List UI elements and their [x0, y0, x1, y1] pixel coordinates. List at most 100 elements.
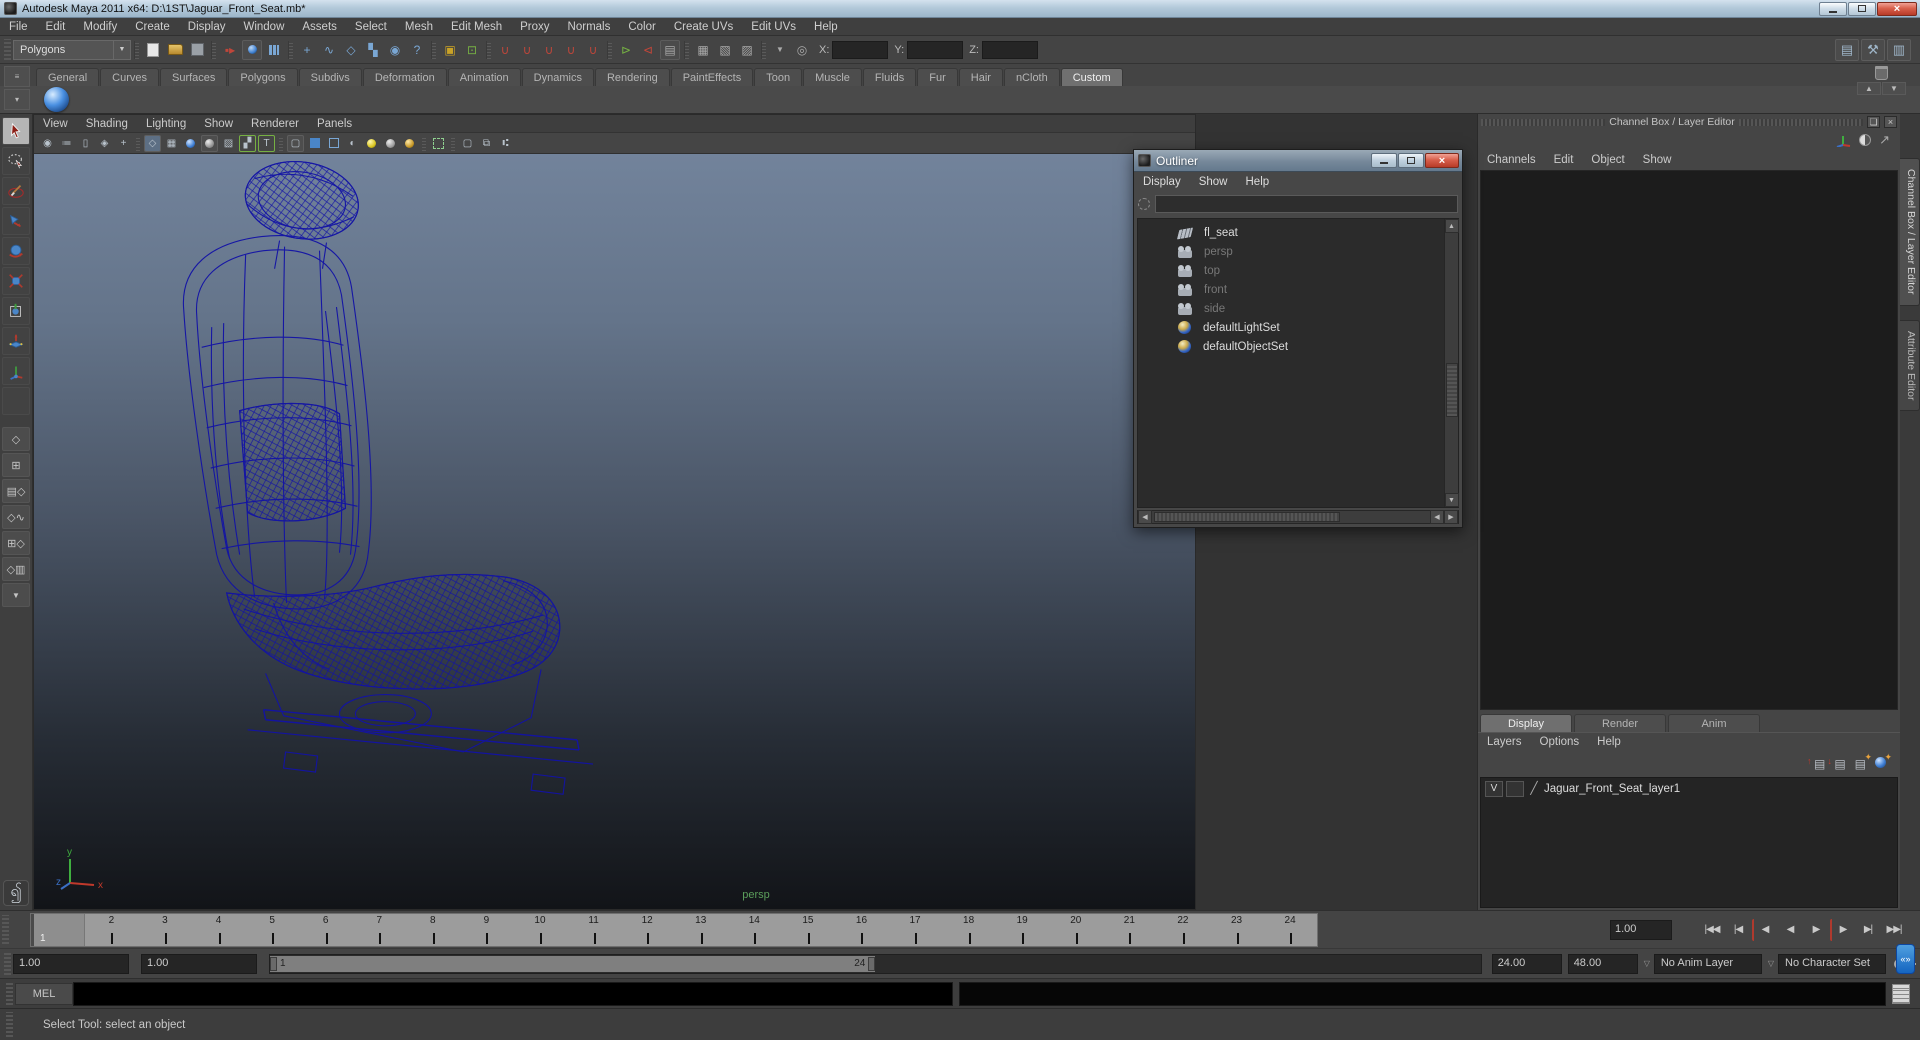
checker-material-icon[interactable]: ◐ [344, 135, 361, 152]
scroll-right-icon[interactable]: ▶ [1444, 510, 1458, 524]
outliner-item[interactable]: fl_seat [1176, 223, 1442, 242]
shelf-tab[interactable]: Deformation [362, 68, 447, 86]
menu-item[interactable]: Mesh [396, 21, 442, 33]
playback-button[interactable]: ▶| [1856, 919, 1880, 941]
range-start-handle[interactable] [270, 956, 277, 971]
shelf-tab[interactable]: Custom [1060, 68, 1123, 86]
timeline-frame-cell[interactable]: 11 [567, 914, 621, 946]
layer-menu-item[interactable]: Help [1588, 736, 1630, 748]
shelf-tab[interactable]: Toon [754, 68, 803, 86]
menu-item[interactable]: Proxy [511, 21, 558, 33]
timeline-frame-cell[interactable]: 9 [460, 914, 514, 946]
x-coord-field[interactable] [832, 40, 889, 59]
channel-menu-item[interactable]: Show [1634, 154, 1681, 166]
timeline-frame-cell[interactable]: 2 [85, 914, 139, 946]
outliner-minimize-button[interactable] [1371, 153, 1397, 168]
menu-item[interactable]: Edit Mesh [442, 21, 511, 33]
show-manipulator-tool-button[interactable] [2, 357, 30, 385]
tab-attribute-editor[interactable]: Attribute Editor [1900, 319, 1920, 411]
playback-start-field[interactable]: 1.00 [141, 953, 257, 974]
speed-control-icon[interactable] [1859, 134, 1872, 146]
playback-button[interactable]: ◀ [1778, 919, 1802, 941]
layer-playback-toggle[interactable] [1506, 780, 1524, 797]
timeline-frame-cell[interactable]: 10 [513, 914, 567, 946]
snap-magnet-curve-icon[interactable]: ∪ [517, 40, 537, 60]
multi-pane-icon[interactable]: ⧉ [478, 135, 495, 152]
shelf-tab[interactable]: Rendering [594, 68, 670, 86]
shelf-tab[interactable]: Animation [447, 68, 521, 86]
node-editor-icon[interactable]: ⑆ [497, 135, 514, 152]
timeline-frame-cell[interactable]: 4 [192, 914, 246, 946]
timeline-frame-cell[interactable]: 5 [245, 914, 299, 946]
outliner-close-button[interactable]: × [1425, 153, 1459, 168]
playback-button[interactable]: ◀ [1752, 918, 1776, 941]
scale-tool-button[interactable] [2, 267, 30, 295]
field-entry-dropdown[interactable]: ▼ [770, 40, 790, 60]
timeline-frame-cell[interactable]: 24 [1263, 914, 1317, 946]
panel-menu-item[interactable]: Renderer [242, 118, 308, 130]
shaded-cube-icon[interactable] [306, 135, 323, 152]
shelf-tab[interactable]: Polygons [228, 68, 298, 86]
channel-menu-item[interactable]: Object [1582, 154, 1633, 166]
layout-single-persp-button[interactable]: ◇ [2, 427, 30, 451]
paint-select-tool-button[interactable] [2, 177, 30, 205]
timeline-frame-cell[interactable]: 21 [1103, 914, 1157, 946]
timeline-frame-cell[interactable]: 14 [728, 914, 782, 946]
snap-curve-button[interactable]: ∿ [319, 40, 339, 60]
shelf-tab[interactable]: Fur [917, 68, 958, 86]
menu-item[interactable]: Help [805, 21, 847, 33]
shelf-tab[interactable]: nCloth [1003, 68, 1060, 86]
layer-name[interactable]: Jaguar_Front_Seat_layer1 [1544, 783, 1680, 795]
menu-item[interactable]: Window [234, 21, 293, 33]
minimize-button[interactable] [1819, 1, 1847, 16]
shelf-tab[interactable]: Hair [958, 68, 1003, 86]
panel-menu-item[interactable]: Lighting [137, 118, 195, 130]
close-panel-button[interactable]: × [1884, 116, 1897, 128]
manipulator-mode-icon[interactable] [1836, 133, 1851, 147]
render-current-frame-button[interactable]: ▦ [693, 40, 713, 60]
snap-magnet-grid-icon[interactable]: ∪ [495, 40, 515, 60]
move-tool-button[interactable] [2, 207, 30, 235]
shelf-tab[interactable]: Curves [100, 68, 159, 86]
absolute-relative-toggle[interactable]: ◎ [792, 40, 812, 60]
timeline-frame-cell[interactable]: 8 [406, 914, 460, 946]
current-time-field[interactable]: 1.00 [1610, 919, 1672, 940]
default-material-icon[interactable]: ▢ [287, 134, 304, 152]
hyperbolic-arrow-icon[interactable]: ↗ [1879, 132, 1890, 148]
animation-end-field[interactable]: 48.00 [1567, 953, 1638, 974]
use-no-lights-icon[interactable] [401, 135, 418, 152]
shelf-tab[interactable]: PaintEffects [670, 68, 754, 86]
menu-item[interactable]: Normals [559, 21, 620, 33]
scroll-up-icon[interactable]: ▲ [1444, 219, 1459, 233]
separator[interactable] [134, 40, 139, 59]
use-all-lights-icon[interactable] [363, 135, 380, 152]
menu-item[interactable]: Modify [74, 21, 126, 33]
show-channel-box-button[interactable]: ▤ [1835, 38, 1859, 61]
panel-menu-item[interactable]: Show [195, 118, 242, 130]
timeline-frame-cell[interactable]: 22 [1156, 914, 1210, 946]
shelf-tab[interactable]: Muscle [803, 68, 862, 86]
shelf-tab[interactable]: General [36, 68, 100, 86]
layout-hypergraph-persp-button[interactable]: ⊞◇ [2, 531, 30, 555]
save-scene-button[interactable] [187, 40, 207, 60]
select-camera-icon[interactable]: ◉ [39, 135, 56, 152]
timeline-frame-cell[interactable]: 18 [942, 914, 996, 946]
snap-grid-button[interactable]: + [297, 40, 317, 60]
menu-item[interactable]: Select [346, 21, 396, 33]
y-coord-field[interactable] [907, 40, 964, 59]
outliner-item[interactable]: top [1178, 261, 1442, 280]
create-layer-from-selection-icon[interactable]: ✦ [1875, 752, 1892, 771]
show-attribute-editor-button[interactable]: ▥ [1887, 38, 1911, 61]
wireframe-display-icon[interactable]: ◇ [144, 134, 161, 152]
two-d-pan-zoom-icon[interactable]: + [115, 135, 132, 152]
bookmarks-icon[interactable]: ▯ [77, 135, 94, 152]
separator[interactable] [607, 40, 612, 59]
output-connections-button[interactable]: ⊲ [638, 40, 658, 60]
layer-menu-item[interactable]: Layers [1478, 736, 1531, 748]
snap-magnet-point-icon[interactable]: ∪ [539, 40, 559, 60]
menu-item[interactable]: Display [179, 21, 235, 33]
timeline-frame-cell[interactable]: 12 [620, 914, 674, 946]
panel-menu-item[interactable]: Panels [308, 118, 361, 130]
selection-mode-dropdown-arrow[interactable]: ▼ [113, 39, 131, 60]
film-gate-icon[interactable]: ▦ [163, 135, 180, 152]
